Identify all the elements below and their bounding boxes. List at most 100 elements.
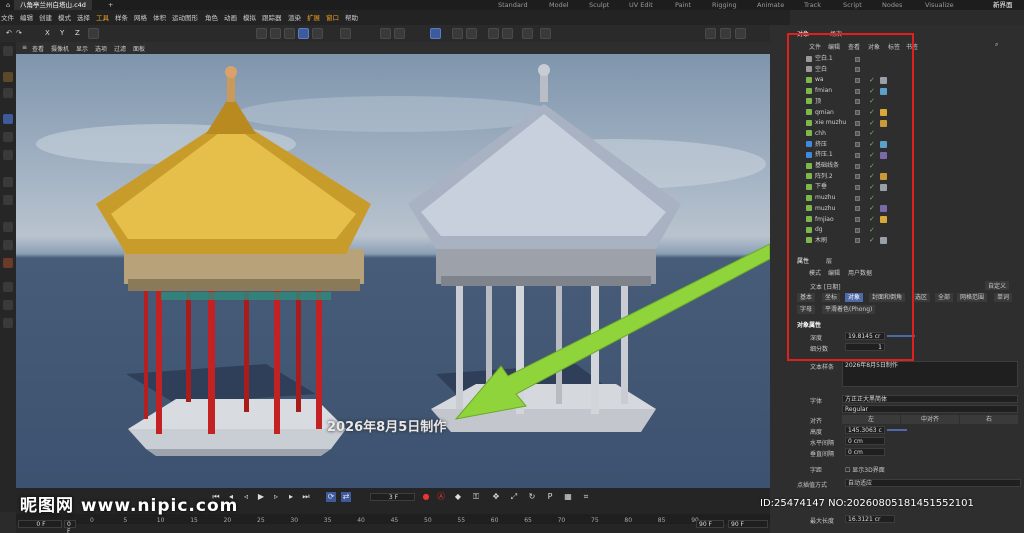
- loop-icon[interactable]: ⟳: [326, 492, 336, 502]
- workspace-script[interactable]: Script: [843, 0, 862, 10]
- mograph-icon[interactable]: [502, 28, 513, 39]
- om-search-icon[interactable]: ⌕: [995, 41, 998, 49]
- pla-key-icon[interactable]: ▦: [563, 492, 573, 502]
- picture-viewer-icon[interactable]: [735, 28, 746, 39]
- points-mode-icon[interactable]: [256, 28, 267, 39]
- next-key-icon[interactable]: ▸: [286, 492, 296, 502]
- render-view-icon[interactable]: [452, 28, 463, 39]
- menu-mograph[interactable]: 运动图形: [172, 12, 198, 22]
- coord-system-icon[interactable]: [88, 28, 99, 39]
- hspace-field[interactable]: 0 cm: [845, 437, 885, 445]
- workspace-standard[interactable]: Standard: [498, 0, 528, 10]
- workspace-sculpt[interactable]: Sculpt: [589, 0, 609, 10]
- current-frame-field[interactable]: 3 F: [370, 493, 415, 501]
- attr-tab-words[interactable]: 单词: [994, 293, 1013, 302]
- record-icon[interactable]: ●: [421, 492, 431, 502]
- menu-tools[interactable]: 工具: [96, 12, 109, 22]
- bounce-icon[interactable]: ⇄: [341, 492, 351, 502]
- autokey-icon[interactable]: Ⓐ: [436, 492, 446, 502]
- layout-name[interactable]: 新界面: [993, 0, 1013, 10]
- vp-menu-filter[interactable]: 过滤: [114, 44, 126, 53]
- workspace-paint[interactable]: Paint: [675, 0, 691, 10]
- menu-window[interactable]: 窗口: [326, 12, 339, 22]
- axis-x[interactable]: X: [45, 29, 50, 37]
- max-frame-field[interactable]: 90 F: [696, 520, 724, 528]
- align-center[interactable]: 中对齐: [901, 415, 959, 424]
- text-field[interactable]: 2026年8月5日制作: [842, 361, 1018, 387]
- param-key-icon[interactable]: P: [545, 492, 555, 502]
- model-mode-icon[interactable]: [298, 28, 309, 39]
- file-tab[interactable]: 八角亭兰州白塔山.c4d: [14, 0, 92, 10]
- smooth-icon[interactable]: [3, 300, 13, 310]
- scale-icon[interactable]: [3, 88, 13, 98]
- camera-icon[interactable]: [540, 28, 551, 39]
- spline-pen-icon[interactable]: [3, 222, 13, 232]
- workspace-uv-edit[interactable]: UV Edit: [629, 0, 653, 10]
- menu-animation[interactable]: 动画: [224, 12, 237, 22]
- lock-icon[interactable]: [394, 28, 405, 39]
- workspace-animate[interactable]: Animate: [757, 0, 784, 10]
- move-icon[interactable]: [3, 114, 13, 124]
- menu-tracker[interactable]: 跟踪器: [262, 12, 282, 22]
- scene-icon[interactable]: [522, 28, 533, 39]
- home-icon[interactable]: ⌂: [0, 0, 12, 10]
- align-right[interactable]: 右: [960, 415, 1018, 424]
- viewport-menu-icon[interactable]: ≡: [22, 44, 27, 51]
- font-style-field[interactable]: Regular: [842, 405, 1018, 413]
- workspace-rigging[interactable]: Rigging: [712, 0, 737, 10]
- workspace-model[interactable]: Model: [549, 0, 569, 10]
- preset-dropdown[interactable]: 自定义: [985, 281, 1010, 290]
- new-tab-icon[interactable]: +: [102, 0, 119, 10]
- font-field[interactable]: 方正正大黑简体: [842, 395, 1018, 403]
- vp-menu-cameras[interactable]: 摄像机: [51, 44, 69, 53]
- height-field[interactable]: 145.3063 c: [845, 426, 885, 434]
- vp-menu-options[interactable]: 选项: [95, 44, 107, 53]
- menu-edit[interactable]: 编辑: [20, 12, 33, 22]
- deformer-icon[interactable]: [488, 28, 499, 39]
- menu-create[interactable]: 创建: [39, 12, 52, 22]
- knife-icon[interactable]: [3, 195, 13, 205]
- menu-select[interactable]: 选择: [77, 12, 90, 22]
- vspace-field[interactable]: 0 cm: [845, 448, 885, 456]
- workplane-icon[interactable]: [380, 28, 391, 39]
- attr-tab-all[interactable]: 全部: [935, 293, 954, 302]
- start-frame-field[interactable]: 0 F: [18, 520, 62, 528]
- workspace-visualize[interactable]: Visualize: [925, 0, 954, 10]
- height-slider[interactable]: [887, 429, 907, 431]
- grid-snap-icon[interactable]: [430, 28, 441, 39]
- next-frame-icon[interactable]: ▹: [271, 492, 281, 502]
- attr-tab-mesh-range[interactable]: 网格范围: [957, 293, 988, 302]
- vp-menu-display[interactable]: 显示: [76, 44, 88, 53]
- interp-dropdown[interactable]: 自动适应: [845, 479, 1021, 487]
- paint-icon[interactable]: [3, 258, 13, 268]
- align-left[interactable]: 左: [842, 415, 900, 424]
- magnet-icon[interactable]: [3, 318, 13, 328]
- keyframe-icon[interactable]: ◆: [453, 492, 463, 502]
- workspace-track[interactable]: Track: [804, 0, 821, 10]
- attr-tab-selection[interactable]: 选区: [912, 293, 931, 302]
- edges-mode-icon[interactable]: [270, 28, 281, 39]
- search-icon[interactable]: [3, 46, 13, 56]
- show3d-checkbox[interactable]: ☐ 显示3D界面: [845, 465, 885, 474]
- transform-icon[interactable]: [3, 177, 13, 187]
- axis-z[interactable]: Z: [75, 29, 80, 37]
- menu-spline[interactable]: 样条: [115, 12, 128, 22]
- grid-key-icon[interactable]: ⌗: [581, 492, 591, 502]
- texture-mode-icon[interactable]: [312, 28, 323, 39]
- prev-frame-icon[interactable]: ◃: [241, 492, 251, 502]
- undo-icon[interactable]: ↶: [6, 29, 12, 37]
- render-queue-icon[interactable]: [720, 28, 731, 39]
- menu-help[interactable]: 帮助: [345, 12, 358, 22]
- menu-render[interactable]: 渲染: [288, 12, 301, 22]
- render-settings-icon[interactable]: [705, 28, 716, 39]
- polygons-mode-icon[interactable]: [284, 28, 295, 39]
- menu-volume[interactable]: 体积: [153, 12, 166, 22]
- vp-menu-view[interactable]: 查看: [32, 44, 44, 53]
- motion-icon[interactable]: ✥: [491, 492, 501, 502]
- menu-file[interactable]: 文件: [1, 12, 14, 22]
- brush-icon[interactable]: [3, 282, 13, 292]
- menu-simulate[interactable]: 模拟: [243, 12, 256, 22]
- workspace-nodes[interactable]: Nodes: [882, 0, 902, 10]
- redo-icon[interactable]: ↷: [16, 29, 22, 37]
- menu-character[interactable]: 角色: [205, 12, 218, 22]
